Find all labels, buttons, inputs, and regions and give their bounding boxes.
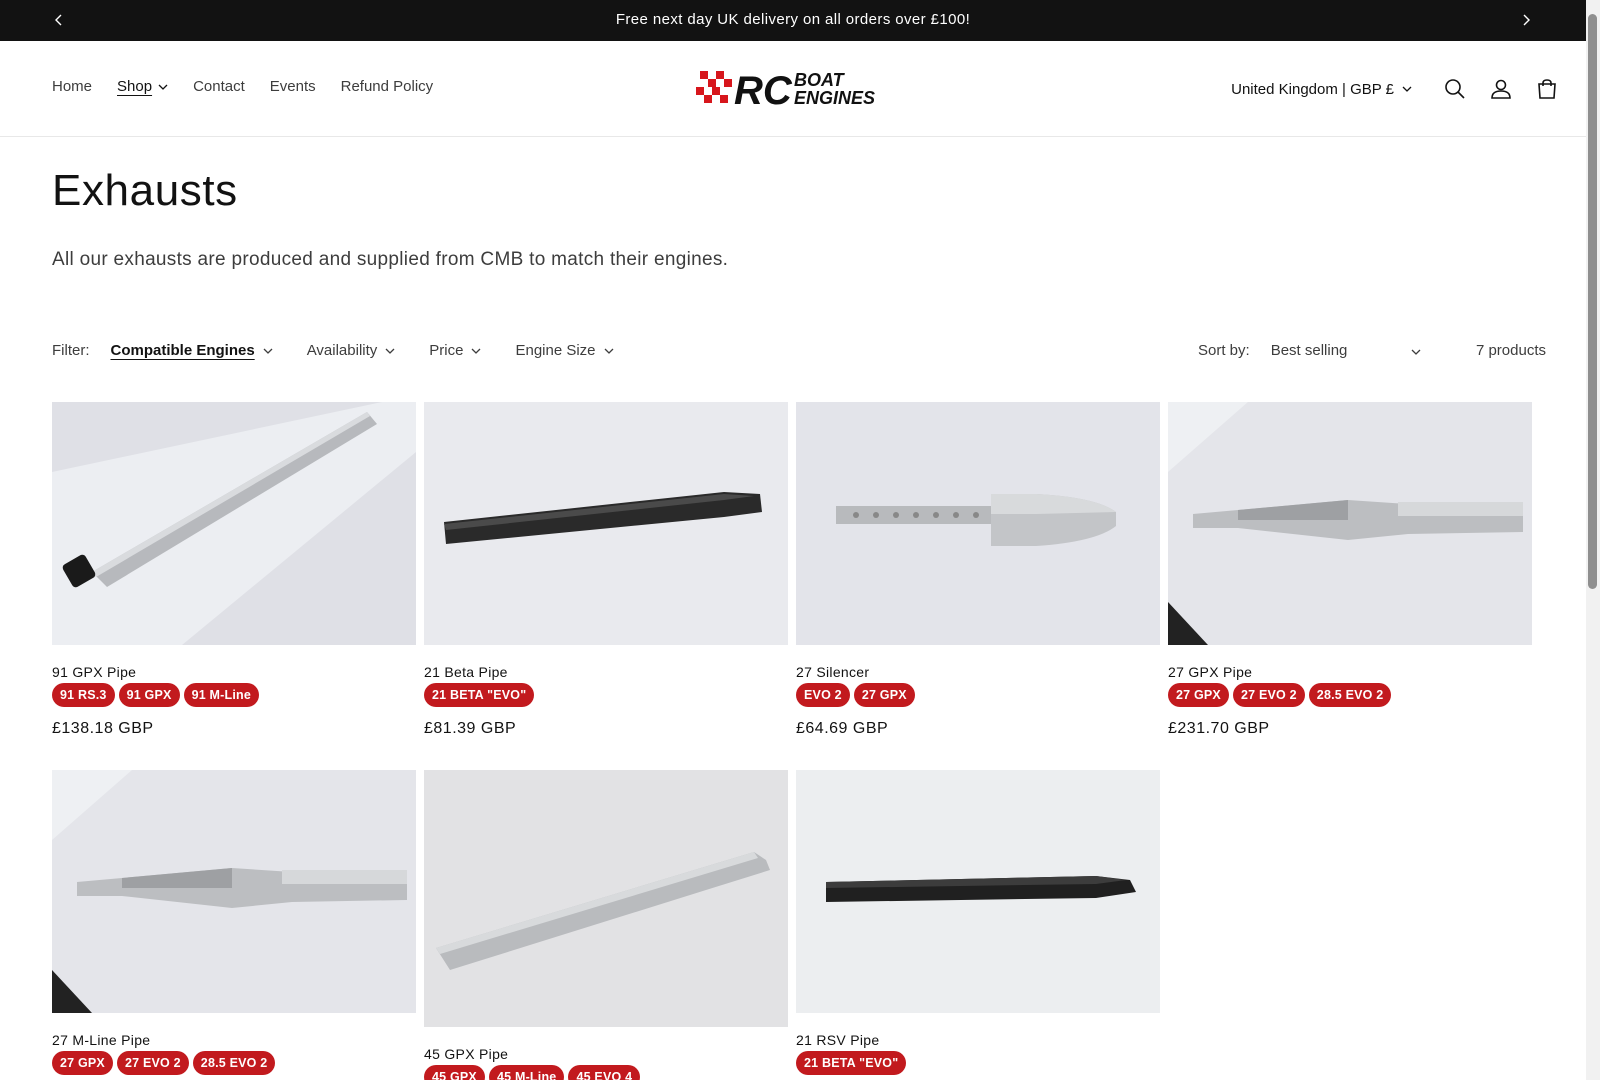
engine-badge: 27 GPX (52, 1051, 113, 1075)
filter-price[interactable]: Price (429, 342, 481, 359)
engine-badge: 45 GPX (424, 1065, 485, 1080)
badge-list: 27 GPX 27 EVO 2 28.5 EVO 2 (1168, 683, 1532, 707)
nav-shop-label: Shop (117, 78, 153, 95)
engine-badge: 91 GPX (118, 683, 180, 707)
product-image[interactable] (796, 770, 1160, 1013)
product-image[interactable] (424, 770, 788, 1027)
badge-list: 45 GPX 45 M-Line 45 EVO 4 (424, 1065, 788, 1080)
engine-badge: 27 EVO 2 (1232, 683, 1305, 707)
product-image[interactable] (424, 402, 788, 645)
engine-badge: EVO 2 (796, 683, 850, 707)
badge-list: EVO 2 27 GPX (796, 683, 1160, 707)
search-button[interactable] (1432, 71, 1478, 107)
product-title[interactable]: 27 GPX Pipe (1168, 664, 1532, 680)
logo-engines-text: ENGINES (794, 88, 875, 108)
nav-refund-policy[interactable]: Refund Policy (341, 78, 434, 95)
logo-graphic: RC BOAT ENGINES (696, 69, 875, 113)
chevron-down-icon (158, 84, 168, 90)
chevron-down-icon (1411, 342, 1421, 359)
badge-list: 21 BETA "EVO" (424, 683, 788, 707)
product-card[interactable]: 45 GPX Pipe 45 GPX 45 M-Line 45 EVO 4 (424, 770, 788, 1080)
filter-compatible-engines[interactable]: Compatible Engines (111, 342, 273, 359)
chevron-right-icon (1523, 14, 1530, 26)
logo-rc-text: RC (734, 69, 793, 111)
product-price: £81.39 GBP (424, 720, 517, 737)
chevron-down-icon (471, 348, 481, 354)
product-card[interactable]: 91 GPX Pipe 91 RS.3 91 GPX 91 M-Line £13… (52, 402, 416, 738)
site-header: Home Shop Contact Events Refund Policy R… (0, 41, 1586, 137)
product-card[interactable]: 27 M-Line Pipe 27 GPX 27 EVO 2 28.5 EVO … (52, 770, 416, 1075)
product-card[interactable]: 27 Silencer EVO 2 27 GPX £64.69 GBP (796, 402, 1160, 738)
nav-home[interactable]: Home (52, 78, 92, 95)
search-icon (1445, 79, 1465, 99)
product-count: 7 products (1475, 342, 1546, 359)
sort-control: Sort by: Best selling (1198, 342, 1421, 359)
filter-compatible-engines-label: Compatible Engines (110, 342, 255, 359)
product-title[interactable]: 21 RSV Pipe (796, 1032, 1160, 1048)
collection-description: All our exhausts are produced and suppli… (52, 249, 729, 270)
filter-availability-label: Availability (306, 342, 378, 359)
product-image[interactable] (1168, 402, 1532, 645)
engine-badge: 21 BETA "EVO" (424, 683, 535, 707)
product-title[interactable]: 27 Silencer (796, 664, 1160, 680)
product-card[interactable]: 21 RSV Pipe 21 BETA "EVO" (796, 770, 1160, 1075)
product-title[interactable]: 21 Beta Pipe (424, 664, 788, 680)
sort-label: Sort by: (1198, 342, 1250, 359)
engine-badge: 27 EVO 2 (116, 1051, 189, 1075)
product-image[interactable] (52, 770, 416, 1013)
engine-badge: 21 BETA "EVO" (796, 1051, 907, 1075)
page-title: Exhausts (52, 166, 238, 215)
engine-badge: 28.5 EVO 2 (192, 1051, 276, 1075)
chevron-down-icon (385, 348, 395, 354)
badge-list: 27 GPX 27 EVO 2 28.5 EVO 2 (52, 1051, 416, 1075)
scrollbar-thumb[interactable] (1588, 14, 1597, 589)
product-price: £231.70 GBP (1168, 720, 1270, 737)
header-actions: United Kingdom | GBP £ (1231, 71, 1570, 107)
filter-label: Filter: (52, 342, 90, 359)
announcement-bar: Free next day UK delivery on all orders … (0, 0, 1586, 41)
product-price: £64.69 GBP (796, 720, 889, 737)
chevron-down-icon (263, 348, 273, 354)
main-nav: Home Shop Contact Events Refund Policy (52, 78, 458, 95)
sort-value: Best selling (1270, 342, 1348, 359)
badge-list: 21 BETA "EVO" (796, 1051, 1160, 1075)
cart-button[interactable] (1524, 71, 1570, 107)
product-title[interactable]: 91 GPX Pipe (52, 664, 416, 680)
announcement-text[interactable]: Free next day UK delivery on all orders … (0, 11, 1586, 28)
engine-badge: 27 GPX (853, 683, 915, 707)
account-button[interactable] (1478, 71, 1524, 107)
engine-badge: 91 M-Line (183, 683, 260, 707)
product-title[interactable]: 45 GPX Pipe (424, 1046, 788, 1062)
nav-shop[interactable]: Shop (117, 78, 168, 95)
logo-boat-text: BOAT (794, 70, 846, 90)
country-currency-selector[interactable]: United Kingdom | GBP £ (1231, 81, 1412, 98)
product-price: £138.18 GBP (52, 720, 154, 737)
filter-engine-size-label: Engine Size (515, 342, 596, 359)
product-image[interactable] (796, 402, 1160, 645)
engine-badge: 45 EVO 4 (568, 1065, 641, 1080)
announcement-next-button[interactable] (1514, 8, 1538, 32)
filter-bar: Filter: Compatible Engines Availability … (52, 342, 648, 359)
account-icon (1491, 79, 1511, 99)
engine-badge: 45 M-Line (488, 1065, 565, 1080)
nav-events[interactable]: Events (270, 78, 316, 95)
filter-engine-size[interactable]: Engine Size (515, 342, 613, 359)
filter-availability[interactable]: Availability (307, 342, 396, 359)
product-title[interactable]: 27 M-Line Pipe (52, 1032, 416, 1048)
engine-badge: 27 GPX (1168, 683, 1229, 707)
chevron-down-icon (604, 348, 614, 354)
cart-icon (1538, 79, 1556, 99)
site-logo[interactable]: RC BOAT ENGINES (694, 67, 894, 113)
product-card[interactable]: 21 Beta Pipe 21 BETA "EVO" £81.39 GBP (424, 402, 788, 738)
engine-badge: 28.5 EVO 2 (1308, 683, 1392, 707)
filter-price-label: Price (429, 342, 464, 359)
badge-list: 91 RS.3 91 GPX 91 M-Line (52, 683, 416, 707)
chevron-down-icon (1402, 86, 1412, 92)
product-card[interactable]: 27 GPX Pipe 27 GPX 27 EVO 2 28.5 EVO 2 £… (1168, 402, 1532, 738)
locale-label: United Kingdom | GBP £ (1231, 80, 1394, 98)
product-image[interactable] (52, 402, 416, 645)
nav-contact[interactable]: Contact (193, 78, 245, 95)
engine-badge: 91 RS.3 (52, 683, 115, 707)
sort-select[interactable]: Best selling (1271, 342, 1421, 359)
